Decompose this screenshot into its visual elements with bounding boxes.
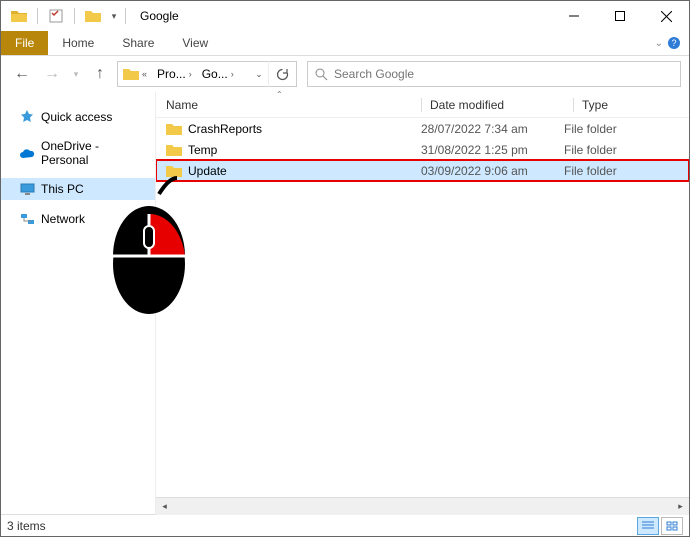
column-type[interactable]: Type	[582, 98, 689, 112]
search-box[interactable]	[307, 61, 681, 87]
file-date: 31/08/2022 1:25 pm	[421, 143, 564, 157]
horizontal-scrollbar[interactable]: ◂ ▸	[156, 497, 689, 514]
tab-share[interactable]: Share	[108, 31, 168, 55]
sidebar-item-label: OneDrive - Personal	[41, 139, 147, 167]
qat-dropdown-icon[interactable]: ▾	[107, 5, 121, 27]
minimize-button[interactable]	[551, 1, 597, 31]
file-date: 28/07/2022 7:34 am	[421, 122, 564, 136]
sidebar-item-quick-access[interactable]: Quick access	[1, 106, 155, 128]
folder-app-icon[interactable]	[7, 5, 31, 27]
file-rows: CrashReports 28/07/2022 7:34 am File fol…	[156, 118, 689, 497]
maximize-button[interactable]	[597, 1, 643, 31]
file-row[interactable]: CrashReports 28/07/2022 7:34 am File fol…	[156, 118, 689, 139]
title-bar: ▾ Google	[1, 1, 689, 31]
svg-text:?: ?	[671, 38, 676, 48]
sidebar-item-label: Network	[41, 212, 85, 226]
window-controls	[551, 1, 689, 31]
properties-icon[interactable]	[44, 5, 68, 27]
tab-home[interactable]: Home	[48, 31, 108, 55]
up-button[interactable]: ↑	[87, 61, 113, 87]
navigation-pane: Quick access OneDrive - Personal This PC…	[1, 92, 156, 514]
address-segment-1[interactable]: Go...›	[197, 67, 239, 81]
ribbon-tabs: File Home Share View ⌄ ?	[1, 31, 689, 56]
quick-access-toolbar: ▾	[1, 5, 121, 27]
cloud-icon	[19, 145, 35, 161]
view-details-button[interactable]	[637, 517, 659, 535]
file-name: CrashReports	[188, 122, 262, 136]
refresh-button[interactable]	[268, 61, 296, 87]
file-type: File folder	[564, 143, 689, 157]
navigation-bar: ← → ▾ ↑ « Pro...› Go...› ⌄	[1, 56, 689, 92]
file-date: 03/09/2022 9:06 am	[421, 164, 564, 178]
folder-icon	[166, 122, 182, 136]
file-name: Temp	[188, 143, 217, 157]
file-list-pane: ⌃ Name Date modified Type CrashReports 2…	[156, 92, 689, 514]
scroll-right-icon[interactable]: ▸	[672, 498, 689, 515]
address-segment-0[interactable]: Pro...›	[152, 67, 197, 81]
tab-file[interactable]: File	[1, 31, 48, 55]
column-date[interactable]: Date modified	[430, 98, 573, 112]
help-icon[interactable]: ?	[667, 36, 681, 50]
sort-indicator-icon: ⌃	[276, 90, 283, 99]
forward-button[interactable]: →	[39, 61, 65, 87]
file-type: File folder	[564, 122, 689, 136]
column-name[interactable]: Name	[166, 98, 421, 112]
search-icon	[308, 68, 334, 81]
file-row[interactable]: Temp 31/08/2022 1:25 pm File folder	[156, 139, 689, 160]
body: Quick access OneDrive - Personal This PC…	[1, 92, 689, 514]
address-root-icon[interactable]: «	[118, 67, 152, 81]
back-button[interactable]: ←	[9, 61, 35, 87]
explorer-window: ▾ Google File Home Share View ⌄ ? ← → ▾ …	[0, 0, 690, 537]
search-input[interactable]	[334, 67, 680, 81]
network-icon	[19, 211, 35, 227]
status-bar: 3 items	[1, 514, 689, 536]
sidebar-item-label: Quick access	[41, 110, 112, 124]
scroll-left-icon[interactable]: ◂	[156, 498, 173, 515]
view-large-icons-button[interactable]	[661, 517, 683, 535]
new-folder-icon[interactable]	[81, 5, 105, 27]
file-name: Update	[188, 164, 227, 178]
scroll-track[interactable]	[173, 498, 672, 515]
sidebar-item-onedrive[interactable]: OneDrive - Personal	[1, 136, 155, 170]
window-title: Google	[130, 9, 551, 23]
tab-view[interactable]: View	[168, 31, 222, 55]
file-type: File folder	[564, 164, 689, 178]
close-button[interactable]	[643, 1, 689, 31]
sidebar-item-this-pc[interactable]: This PC	[1, 178, 155, 200]
folder-icon	[166, 143, 182, 157]
address-dropdown-icon[interactable]: ⌄	[250, 69, 268, 80]
sidebar-item-network[interactable]: Network	[1, 208, 155, 230]
column-headers: Name Date modified Type	[156, 92, 689, 118]
folder-icon	[166, 164, 182, 178]
chevron-right-icon[interactable]: «	[142, 69, 147, 79]
recent-dropdown-icon[interactable]: ▾	[69, 61, 83, 87]
address-bar[interactable]: « Pro...› Go...› ⌄	[117, 61, 297, 87]
file-row[interactable]: Update 03/09/2022 9:06 am File folder	[156, 160, 689, 181]
pc-icon	[19, 181, 35, 197]
sidebar-item-label: This PC	[41, 182, 84, 196]
ribbon-expand-icon[interactable]: ⌄	[655, 38, 663, 49]
status-text: 3 items	[7, 519, 637, 533]
star-icon	[19, 109, 35, 125]
